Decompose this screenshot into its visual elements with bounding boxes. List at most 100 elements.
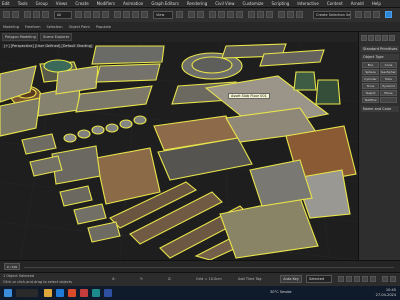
tab-scene-explorer[interactable]: Scene Explorer xyxy=(40,33,72,41)
key-filter-dropdown[interactable]: Selected xyxy=(306,275,332,283)
pivot-center-icon[interactable] xyxy=(176,11,183,18)
name-and-color-rollout[interactable]: Name and Color xyxy=(361,106,399,112)
percent-snap-icon[interactable] xyxy=(227,11,234,18)
ribbon-tab-object-paint[interactable]: Object Paint xyxy=(69,25,90,29)
placement-icon[interactable] xyxy=(141,11,148,18)
empty-button[interactable] xyxy=(380,97,397,103)
edit-named-selection-icon[interactable] xyxy=(248,11,255,18)
rendered-frame-window-icon[interactable] xyxy=(364,11,371,18)
search-box[interactable] xyxy=(16,289,38,297)
menu-item-interactive[interactable]: Interactive xyxy=(297,1,319,6)
rotate-icon[interactable] xyxy=(123,11,130,18)
menu-item-edit[interactable]: Edit xyxy=(2,1,10,6)
curve-editor-icon[interactable] xyxy=(287,11,294,18)
clock[interactable]: 10:45 27-04-2024 xyxy=(376,288,396,298)
pebble-4[interactable] xyxy=(105,123,119,133)
menu-item-modifiers[interactable]: Modifiers xyxy=(97,1,115,6)
bind-space-warp-icon[interactable] xyxy=(42,11,49,18)
green-pot-2[interactable] xyxy=(315,79,341,105)
select-by-name-icon[interactable] xyxy=(84,11,91,18)
stone-brown-cluster[interactable] xyxy=(95,147,161,205)
selection-filter-dropdown[interactable]: All xyxy=(54,11,72,19)
pebble-3[interactable] xyxy=(91,125,105,135)
slate-slab-bottom[interactable] xyxy=(249,159,313,207)
display-tab-icon[interactable] xyxy=(389,35,395,41)
redo-icon[interactable] xyxy=(12,11,19,18)
render-iterative-icon[interactable] xyxy=(385,11,392,18)
photoshop-icon[interactable] xyxy=(104,289,112,297)
menu-item-animation[interactable]: Animation xyxy=(123,1,143,6)
green-pot-1[interactable] xyxy=(293,71,317,91)
ribbon-tab-modeling[interactable]: Modeling xyxy=(3,25,19,29)
viewport-label[interactable]: [+] [Perspective] [User Defined] [Defaul… xyxy=(2,44,95,48)
keyboard-shortcut-icon[interactable] xyxy=(197,11,204,18)
box-button[interactable]: Box xyxy=(362,62,379,68)
orbit-icon[interactable] xyxy=(390,276,396,282)
scale-icon[interactable] xyxy=(132,11,139,18)
menu-item-group[interactable]: Group xyxy=(36,1,48,6)
select-and-manipulate-icon[interactable] xyxy=(188,11,195,18)
stone-strip-left-4[interactable] xyxy=(73,203,107,225)
stone-strip-left-5[interactable] xyxy=(87,221,121,243)
named-selection-set-dropdown[interactable]: Create Selection Se xyxy=(313,11,351,19)
3dsmax-icon[interactable] xyxy=(92,289,100,297)
perspective-viewport[interactable]: [+] [Perspective] [User Defined] [Defaul… xyxy=(0,42,358,260)
unlink-icon[interactable] xyxy=(33,11,40,18)
pebble-1[interactable] xyxy=(63,133,77,143)
tab-polygon-modeling[interactable]: Polygon Modeling xyxy=(2,33,38,41)
pebble-6[interactable] xyxy=(133,115,147,125)
weather-widget[interactable]: 30°C Smoke xyxy=(270,290,292,294)
file-explorer-icon[interactable] xyxy=(44,289,52,297)
reference-coordinate-dropdown[interactable]: View xyxy=(153,11,173,19)
start-icon[interactable] xyxy=(4,289,12,297)
object-type-rollout[interactable]: Object Type xyxy=(361,54,399,60)
spinner-snap-icon[interactable] xyxy=(236,11,243,18)
cobble-path-left-2[interactable] xyxy=(0,97,41,137)
timeline-track[interactable] xyxy=(24,267,394,268)
stone-strip-left-1[interactable] xyxy=(21,133,57,155)
textplus-button[interactable]: TextPlus xyxy=(362,97,379,103)
sphere-button[interactable]: Sphere xyxy=(362,69,379,75)
ribbon-tab-freeform[interactable]: Freeform xyxy=(25,25,41,29)
go-to-end-icon[interactable] xyxy=(370,276,376,282)
menu-item-graph-editors[interactable]: Graph Editors xyxy=(151,1,178,6)
acrobat-icon[interactable] xyxy=(80,289,88,297)
chrome-icon[interactable] xyxy=(68,289,76,297)
menu-item-create[interactable]: Create xyxy=(75,1,88,6)
pyramid-button[interactable]: Pyramid xyxy=(380,83,397,89)
create-tab-icon[interactable] xyxy=(361,35,367,41)
torus-button[interactable]: Torus xyxy=(362,83,379,89)
pebble-2[interactable] xyxy=(77,129,91,139)
snaps-toggle-icon[interactable] xyxy=(209,11,216,18)
cobble-slab-mid-1[interactable] xyxy=(75,85,153,113)
modify-tab-icon[interactable] xyxy=(368,35,374,41)
menu-item-arnold[interactable]: Arnold xyxy=(351,1,364,6)
menu-item-views[interactable]: Views xyxy=(56,1,68,6)
stone-slab-top-1[interactable] xyxy=(91,45,165,65)
link-icon[interactable] xyxy=(24,11,31,18)
next-frame-icon[interactable] xyxy=(362,276,368,282)
teapot-button[interactable]: Teapot xyxy=(362,90,379,96)
plane-button[interactable]: Plane xyxy=(380,90,397,96)
tube-button[interactable]: Tube xyxy=(380,76,397,82)
cone-button[interactable]: Cone xyxy=(380,62,397,68)
mirror-icon[interactable] xyxy=(257,11,264,18)
edge-icon[interactable] xyxy=(56,289,64,297)
select-object-icon[interactable] xyxy=(75,11,82,18)
menu-item-help[interactable]: Help xyxy=(372,1,381,6)
hierarchy-tab-icon[interactable] xyxy=(375,35,381,41)
previous-frame-icon[interactable] xyxy=(346,276,352,282)
geosphere-button[interactable]: GeoSphere xyxy=(380,69,397,75)
menu-item-rendering[interactable]: Rendering xyxy=(187,1,207,6)
play-icon[interactable] xyxy=(354,276,360,282)
cylinder-button[interactable]: Cylinder xyxy=(362,76,379,82)
auto-key-button[interactable]: Auto Key xyxy=(280,275,302,283)
pebble-cluster-bottom[interactable] xyxy=(219,197,319,259)
angle-snap-icon[interactable] xyxy=(218,11,225,18)
rectangular-selection-icon[interactable] xyxy=(93,11,100,18)
menu-item-customize[interactable]: Customize xyxy=(243,1,264,6)
primitive-type-dropdown[interactable]: Standard Primitives xyxy=(361,46,399,52)
align-icon[interactable] xyxy=(266,11,273,18)
ribbon-tab-selection[interactable]: Selection xyxy=(47,25,63,29)
zoom-extents-icon[interactable] xyxy=(382,276,388,282)
